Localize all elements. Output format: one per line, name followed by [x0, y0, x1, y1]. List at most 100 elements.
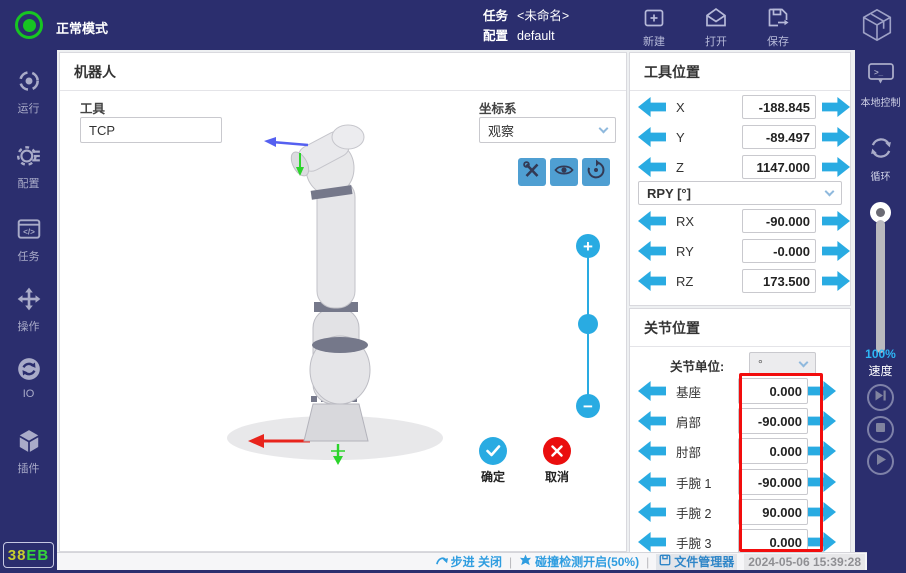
joint-label: 肘部: [676, 442, 738, 461]
open-button[interactable]: 打开: [692, 5, 740, 49]
axis-label: RX: [676, 214, 742, 229]
zoom-slider-knob[interactable]: [578, 314, 598, 334]
sidebar-item-run[interactable]: 运行: [0, 68, 57, 116]
rotate-icon: [585, 159, 607, 186]
terminal-icon: >_: [867, 62, 895, 91]
elbow-value-input[interactable]: [738, 438, 808, 464]
position-row-rx: RX: [638, 209, 850, 233]
stop-button[interactable]: [867, 416, 894, 443]
joint-unit-dropdown[interactable]: °: [749, 352, 816, 376]
rx-value-input[interactable]: [742, 209, 816, 233]
decrement-arrow-elbow[interactable]: [638, 441, 666, 461]
eye-icon: [553, 159, 575, 186]
new-button[interactable]: 新建: [630, 5, 678, 49]
rpy-dropdown[interactable]: RPY [°]: [638, 181, 842, 205]
file-manager-button[interactable]: 文件管理器: [656, 554, 737, 570]
increment-arrow-wrist2[interactable]: [808, 502, 836, 522]
task-config-block: 任务<未命名> 配置default: [483, 6, 569, 46]
increment-arrow-y[interactable]: [822, 127, 850, 147]
increment-arrow-base[interactable]: [808, 381, 836, 401]
decrement-arrow-x[interactable]: [638, 97, 666, 117]
brand-logo-icon: [856, 5, 898, 45]
axis-label: RY: [676, 244, 742, 259]
decrement-arrow-ry[interactable]: [638, 241, 666, 261]
cancel-button[interactable]: 取消: [528, 437, 586, 485]
view-buttons: [518, 158, 610, 186]
confirm-button[interactable]: 确定: [464, 437, 522, 485]
increment-arrow-wrist3[interactable]: [808, 532, 836, 552]
increment-arrow-elbow[interactable]: [808, 441, 836, 461]
decrement-arrow-wrist1[interactable]: [638, 472, 666, 492]
statusbar: 步进 关闭 | 碰撞检测开启(50%) | 文件管理器 2024-05-06 1…: [57, 552, 867, 570]
decrement-arrow-base[interactable]: [638, 381, 666, 401]
shoulder-value-input[interactable]: [738, 408, 808, 434]
sidebar-item-task[interactable]: </> 任务: [0, 216, 57, 264]
increment-arrow-rz[interactable]: [822, 271, 850, 291]
increment-arrow-ry[interactable]: [822, 241, 850, 261]
decrement-arrow-rx[interactable]: [638, 211, 666, 231]
z-value-input[interactable]: [742, 155, 816, 179]
base-value-input[interactable]: [738, 378, 808, 404]
axis-label: X: [676, 100, 742, 115]
step-mode-icon: [435, 554, 448, 569]
play-icon: [873, 452, 888, 472]
position-row-rz: RZ: [638, 269, 850, 293]
rz-value-input[interactable]: [742, 269, 816, 293]
loop-button[interactable]: 循环: [855, 134, 906, 183]
decrement-arrow-wrist3[interactable]: [638, 532, 666, 552]
robot-panel-title: 机器人: [60, 53, 626, 91]
speed-value: 100%: [855, 347, 906, 361]
increment-arrow-z[interactable]: [822, 157, 850, 177]
datetime-display: 2024-05-06 15:39:28: [744, 554, 865, 570]
ry-value-input[interactable]: [742, 239, 816, 263]
sidebar-item-label: IO: [23, 388, 35, 400]
svg-text:>_: >_: [874, 68, 884, 77]
sidebar-item-config[interactable]: 配置: [0, 143, 57, 191]
sidebar-item-io[interactable]: IO: [0, 356, 57, 400]
zoom-in-button[interactable]: +: [576, 234, 600, 258]
rotate-view-button[interactable]: [582, 158, 610, 186]
sidebar-item-operate[interactable]: 操作: [0, 286, 57, 334]
eye-button[interactable]: [550, 158, 578, 186]
speed-slider-track[interactable]: [876, 220, 885, 353]
play-button[interactable]: [867, 448, 894, 475]
tool-input[interactable]: [80, 117, 222, 143]
zoom-out-button[interactable]: −: [576, 394, 600, 418]
wrist2-value-input[interactable]: [738, 499, 808, 525]
increment-arrow-rx[interactable]: [822, 211, 850, 231]
cancel-label: 取消: [545, 468, 569, 485]
tools-button[interactable]: [518, 158, 546, 186]
y-value-input[interactable]: [742, 125, 816, 149]
tool-position-title: 工具位置: [630, 53, 850, 91]
sidebar-item-label: 运行: [18, 100, 40, 116]
step-forward-button[interactable]: [867, 384, 894, 411]
increment-arrow-shoulder[interactable]: [808, 411, 836, 431]
collision-detection-toggle[interactable]: 碰撞检测开启(50%): [519, 553, 639, 570]
step-mode-toggle[interactable]: 步进 关闭: [435, 553, 502, 570]
joint-label: 手腕 1: [676, 473, 738, 492]
sidebar-item-plugin[interactable]: 插件: [0, 428, 57, 476]
robot-3d-view: [190, 108, 490, 493]
decrement-arrow-shoulder[interactable]: [638, 411, 666, 431]
wrist1-value-input[interactable]: [738, 469, 808, 495]
topbar: 正常模式 任务<未命名> 配置default 新建 打开 保存: [0, 0, 906, 50]
rpy-selector-row: RPY [°]: [638, 181, 842, 205]
decrement-arrow-z[interactable]: [638, 157, 666, 177]
mode-label: 正常模式: [56, 18, 108, 37]
increment-arrow-wrist1[interactable]: [808, 472, 836, 492]
frame-dropdown[interactable]: 观察: [479, 117, 616, 143]
frame-label: 坐标系: [479, 98, 517, 117]
status-code-part1: 38: [8, 547, 27, 564]
decrement-arrow-wrist2[interactable]: [638, 502, 666, 522]
frame-dropdown-value: 观察: [488, 121, 514, 140]
separator: |: [646, 555, 649, 569]
local-control-button[interactable]: >_ 本地控制: [855, 62, 906, 109]
decrement-arrow-rz[interactable]: [638, 271, 666, 291]
joint-position-panel: 关节位置 关节单位: ° 基座 肩部 肘部: [629, 308, 851, 554]
x-value-input[interactable]: [742, 95, 816, 119]
chevron-down-icon: [825, 187, 835, 197]
increment-arrow-x[interactable]: [822, 97, 850, 117]
speed-slider[interactable]: [855, 202, 906, 353]
decrement-arrow-y[interactable]: [638, 127, 666, 147]
save-button[interactable]: 保存: [754, 5, 802, 49]
